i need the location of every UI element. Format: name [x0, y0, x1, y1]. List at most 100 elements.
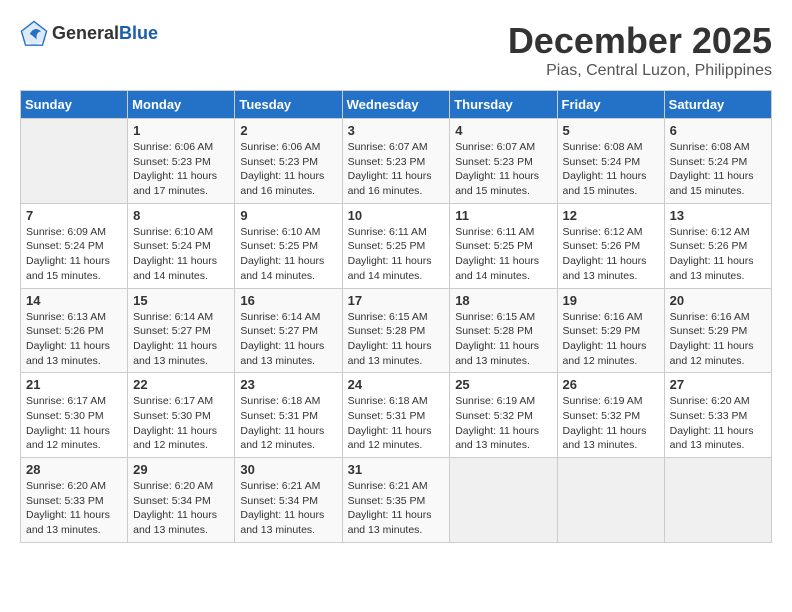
day-number: 12 — [563, 208, 659, 223]
week-row-4: 21 Sunrise: 6:17 AMSunset: 5:30 PMDayligh… — [21, 373, 772, 458]
day-cell: 30 Sunrise: 6:21 AMSunset: 5:34 PMDayligh… — [235, 458, 342, 543]
day-number: 11 — [455, 208, 551, 223]
day-info: Sunrise: 6:20 AMSunset: 5:33 PMDaylight:… — [26, 479, 122, 538]
day-info: Sunrise: 6:09 AMSunset: 5:24 PMDaylight:… — [26, 225, 122, 284]
logo-general: General — [52, 23, 119, 43]
weekday-header-monday: Monday — [128, 91, 235, 119]
week-row-1: 1Sunrise: 6:06 AMSunset: 5:23 PMDaylight… — [21, 119, 772, 204]
day-info: Sunrise: 6:08 AMSunset: 5:24 PMDaylight:… — [670, 140, 766, 199]
day-info: Sunrise: 6:14 AMSunset: 5:27 PMDaylight:… — [133, 310, 229, 369]
day-cell: 18Sunrise: 6:15 AMSunset: 5:28 PMDayligh… — [450, 288, 557, 373]
day-info: Sunrise: 6:21 AMSunset: 5:34 PMDaylight:… — [240, 479, 336, 538]
day-cell: 7 Sunrise: 6:09 AMSunset: 5:24 PMDaylight… — [21, 203, 128, 288]
day-number: 26 — [563, 377, 659, 392]
day-info: Sunrise: 6:20 AMSunset: 5:34 PMDaylight:… — [133, 479, 229, 538]
day-number: 21 — [26, 377, 122, 392]
day-cell — [450, 458, 557, 543]
day-info: Sunrise: 6:20 AMSunset: 5:33 PMDaylight:… — [670, 394, 766, 453]
day-info: Sunrise: 6:12 AMSunset: 5:26 PMDaylight:… — [563, 225, 659, 284]
day-cell: 3 Sunrise: 6:07 AMSunset: 5:23 PMDaylight… — [342, 119, 450, 204]
day-info: Sunrise: 6:18 AMSunset: 5:31 PMDaylight:… — [348, 394, 445, 453]
day-info: Sunrise: 6:07 AMSunset: 5:23 PMDaylight:… — [455, 140, 551, 199]
weekday-header-tuesday: Tuesday — [235, 91, 342, 119]
day-info: Sunrise: 6:11 AMSunset: 5:25 PMDaylight:… — [455, 225, 551, 284]
day-number: 23 — [240, 377, 336, 392]
day-cell: 24 Sunrise: 6:18 AMSunset: 5:31 PMDayligh… — [342, 373, 450, 458]
day-number: 15 — [133, 293, 229, 308]
day-cell: 19Sunrise: 6:16 AMSunset: 5:29 PMDayligh… — [557, 288, 664, 373]
day-info: Sunrise: 6:19 AMSunset: 5:32 PMDaylight:… — [563, 394, 659, 453]
title-area: December 2025 Pias, Central Luzon, Phili… — [508, 20, 772, 80]
day-cell: 11 Sunrise: 6:11 AMSunset: 5:25 PMDayligh… — [450, 203, 557, 288]
day-number: 3 — [348, 123, 445, 138]
day-info: Sunrise: 6:16 AMSunset: 5:29 PMDaylight:… — [670, 310, 766, 369]
day-number: 31 — [348, 462, 445, 477]
month-title: December 2025 — [508, 20, 772, 62]
day-info: Sunrise: 6:08 AMSunset: 5:24 PMDaylight:… — [563, 140, 659, 199]
logo: GeneralBlue — [20, 20, 158, 48]
day-number: 19 — [563, 293, 659, 308]
day-cell: 2Sunrise: 6:06 AMSunset: 5:23 PMDaylight… — [235, 119, 342, 204]
day-info: Sunrise: 6:14 AMSunset: 5:27 PMDaylight:… — [240, 310, 336, 369]
day-number: 28 — [26, 462, 122, 477]
day-info: Sunrise: 6:15 AMSunset: 5:28 PMDaylight:… — [348, 310, 445, 369]
day-number: 6 — [670, 123, 766, 138]
day-number: 22 — [133, 377, 229, 392]
day-number: 4 — [455, 123, 551, 138]
day-cell: 28 Sunrise: 6:20 AMSunset: 5:33 PMDayligh… — [21, 458, 128, 543]
logo-icon — [20, 20, 48, 48]
week-row-3: 14 Sunrise: 6:13 AMSunset: 5:26 PMDayligh… — [21, 288, 772, 373]
day-cell: 15 Sunrise: 6:14 AMSunset: 5:27 PMDayligh… — [128, 288, 235, 373]
day-cell: 10 Sunrise: 6:11 AMSunset: 5:25 PMDayligh… — [342, 203, 450, 288]
day-cell — [664, 458, 771, 543]
logo-text: GeneralBlue — [52, 24, 158, 44]
day-info: Sunrise: 6:06 AMSunset: 5:23 PMDaylight:… — [133, 140, 229, 199]
logo-blue: Blue — [119, 23, 158, 43]
day-number: 13 — [670, 208, 766, 223]
weekday-header-row: SundayMondayTuesdayWednesdayThursdayFrid… — [21, 91, 772, 119]
page-header: GeneralBlue December 2025 Pias, Central … — [20, 20, 772, 80]
day-info: Sunrise: 6:18 AMSunset: 5:31 PMDaylight:… — [240, 394, 336, 453]
day-number: 29 — [133, 462, 229, 477]
day-info: Sunrise: 6:07 AMSunset: 5:23 PMDaylight:… — [348, 140, 445, 199]
day-cell: 20 Sunrise: 6:16 AMSunset: 5:29 PMDayligh… — [664, 288, 771, 373]
day-cell: 4 Sunrise: 6:07 AMSunset: 5:23 PMDaylight… — [450, 119, 557, 204]
day-cell: 9Sunrise: 6:10 AMSunset: 5:25 PMDaylight… — [235, 203, 342, 288]
day-cell: 23 Sunrise: 6:18 AMSunset: 5:31 PMDayligh… — [235, 373, 342, 458]
day-number: 30 — [240, 462, 336, 477]
day-number: 8 — [133, 208, 229, 223]
day-number: 5 — [563, 123, 659, 138]
day-info: Sunrise: 6:10 AMSunset: 5:24 PMDaylight:… — [133, 225, 229, 284]
day-cell: 14 Sunrise: 6:13 AMSunset: 5:26 PMDayligh… — [21, 288, 128, 373]
day-number: 14 — [26, 293, 122, 308]
location-title: Pias, Central Luzon, Philippines — [508, 62, 772, 80]
day-number: 7 — [26, 208, 122, 223]
day-cell — [21, 119, 128, 204]
day-number: 17 — [348, 293, 445, 308]
day-info: Sunrise: 6:13 AMSunset: 5:26 PMDaylight:… — [26, 310, 122, 369]
day-cell: 31Sunrise: 6:21 AMSunset: 5:35 PMDayligh… — [342, 458, 450, 543]
day-info: Sunrise: 6:06 AMSunset: 5:23 PMDaylight:… — [240, 140, 336, 199]
day-info: Sunrise: 6:12 AMSunset: 5:26 PMDaylight:… — [670, 225, 766, 284]
day-cell: 8 Sunrise: 6:10 AMSunset: 5:24 PMDaylight… — [128, 203, 235, 288]
day-number: 10 — [348, 208, 445, 223]
day-cell: 1Sunrise: 6:06 AMSunset: 5:23 PMDaylight… — [128, 119, 235, 204]
weekday-header-thursday: Thursday — [450, 91, 557, 119]
day-cell: 17 Sunrise: 6:15 AMSunset: 5:28 PMDayligh… — [342, 288, 450, 373]
day-number: 20 — [670, 293, 766, 308]
day-cell: 5 Sunrise: 6:08 AMSunset: 5:24 PMDaylight… — [557, 119, 664, 204]
week-row-2: 7 Sunrise: 6:09 AMSunset: 5:24 PMDaylight… — [21, 203, 772, 288]
weekday-header-wednesday: Wednesday — [342, 91, 450, 119]
day-cell: 12 Sunrise: 6:12 AMSunset: 5:26 PMDayligh… — [557, 203, 664, 288]
day-info: Sunrise: 6:17 AMSunset: 5:30 PMDaylight:… — [26, 394, 122, 453]
day-number: 9 — [240, 208, 336, 223]
day-cell: 13 Sunrise: 6:12 AMSunset: 5:26 PMDayligh… — [664, 203, 771, 288]
day-number: 16 — [240, 293, 336, 308]
day-cell — [557, 458, 664, 543]
weekday-header-saturday: Saturday — [664, 91, 771, 119]
day-info: Sunrise: 6:17 AMSunset: 5:30 PMDaylight:… — [133, 394, 229, 453]
day-info: Sunrise: 6:11 AMSunset: 5:25 PMDaylight:… — [348, 225, 445, 284]
day-number: 24 — [348, 377, 445, 392]
day-cell: 16 Sunrise: 6:14 AMSunset: 5:27 PMDayligh… — [235, 288, 342, 373]
day-number: 25 — [455, 377, 551, 392]
